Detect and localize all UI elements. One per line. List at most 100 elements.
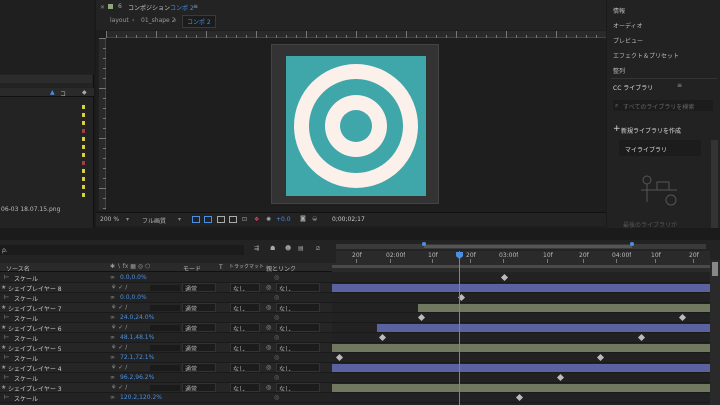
switch-boxes[interactable] <box>150 365 180 371</box>
comp-flowchart-icon[interactable]: ⇶ <box>254 245 259 252</box>
comp-name[interactable]: コンポ 2 <box>170 3 194 12</box>
mask-visibility-icon[interactable] <box>217 216 225 223</box>
mode-select[interactable]: 通常 <box>182 303 216 312</box>
navigator-range[interactable] <box>424 245 632 248</box>
track[interactable] <box>332 273 710 283</box>
keyframe[interactable] <box>515 393 524 402</box>
switch-boxes[interactable] <box>150 345 180 351</box>
property-row[interactable]: ⊢ スケール ∞ 72.1,72.1% ◎ <box>0 353 332 363</box>
link-icon[interactable]: ∞ <box>110 354 115 361</box>
layer-row[interactable]: ★ シェイプレイヤー 7 ⚘ ✓ ∕ 通常 なし ◎ なし <box>0 303 332 313</box>
scroll-thumb[interactable] <box>712 262 718 276</box>
scale-value[interactable]: 72.1,72.1% <box>120 354 154 361</box>
chevron-down-icon[interactable]: ▾ <box>178 216 181 223</box>
track[interactable] <box>332 303 710 313</box>
lock-icon[interactable]: 6 <box>118 3 122 10</box>
playhead-line[interactable] <box>459 251 460 405</box>
switches-icons[interactable]: ⚘ ✓ ∕ <box>111 304 127 311</box>
link-icon[interactable]: ∞ <box>110 394 115 401</box>
layer-duration-bar[interactable] <box>418 304 710 312</box>
chevron-down-icon[interactable]: ▾ <box>126 216 129 223</box>
property-row[interactable]: ⊢ スケール ∞ 96.2,96.2% ◎ <box>0 373 332 383</box>
pick-whip-icon[interactable]: ◎ <box>274 374 279 381</box>
scrollbar[interactable] <box>711 140 718 228</box>
keyframe[interactable] <box>500 273 509 282</box>
shy-icon[interactable]: ☻ <box>285 245 291 252</box>
current-time[interactable]: 0;00;02;17 <box>332 216 365 223</box>
menu-icon[interactable]: ≡ <box>677 82 682 89</box>
work-area-bar[interactable] <box>332 263 710 272</box>
switches-icons[interactable]: ⚘ ✓ ∕ <box>111 344 127 351</box>
draft-3d-icon[interactable]: ☗ <box>270 245 275 252</box>
layer-row[interactable]: ★ シェイプレイヤー 5 ⚘ ✓ ∕ 通常 なし ◎ なし <box>0 343 332 353</box>
exposure-value[interactable]: +0.0 <box>276 216 291 223</box>
keyframe[interactable] <box>378 333 387 342</box>
layer-duration-bar[interactable] <box>377 324 710 332</box>
scale-value[interactable]: 24.0,24.0% <box>120 314 154 321</box>
link-icon[interactable]: ∞ <box>110 334 115 341</box>
mode-header[interactable]: モード <box>183 264 201 273</box>
link-icon[interactable]: ∞ <box>110 314 115 321</box>
source-name-header[interactable]: ソース名 <box>6 264 30 273</box>
pick-whip-icon[interactable]: ◎ <box>274 274 279 281</box>
breadcrumb-current[interactable]: コンポ 2 <box>182 15 216 28</box>
breadcrumb-item[interactable]: 01_shape 2 <box>141 17 175 24</box>
label-chip[interactable] <box>82 177 85 181</box>
mode-select[interactable]: 通常 <box>182 283 216 292</box>
my-library-item[interactable]: マイライブラリ <box>619 140 701 156</box>
mode-select[interactable]: 通常 <box>182 323 216 332</box>
scale-value[interactable]: 120.2,120.2% <box>120 394 162 401</box>
track[interactable] <box>332 333 710 343</box>
timeline-scrollbar[interactable] <box>710 260 720 405</box>
grid-icon[interactable]: ⊡ <box>242 216 247 223</box>
label-chip[interactable] <box>82 185 85 189</box>
pick-whip-icon[interactable]: ◎ <box>266 304 271 311</box>
property-row[interactable]: ⊢ スケール ∞ 0.0,0.0% ◎ <box>0 293 332 303</box>
layer-name[interactable]: シェイプレイヤー 7 <box>8 304 62 313</box>
layer-row[interactable]: ★ シェイプレイヤー 6 ⚘ ✓ ∕ 通常 なし ◎ なし <box>0 323 332 333</box>
pick-whip-icon[interactable]: ◎ <box>266 344 271 351</box>
link-icon[interactable]: ∞ <box>110 274 115 281</box>
project-item-name[interactable]: 06-03 18.07.15.png <box>1 206 94 213</box>
trackmatte-select[interactable]: なし <box>230 303 260 312</box>
layer-row[interactable]: ★ シェイプレイヤー 4 ⚘ ✓ ∕ 通常 なし ◎ なし <box>0 363 332 373</box>
label-chip[interactable] <box>82 137 85 141</box>
show-snapshot-icon[interactable]: ◒ <box>312 215 317 222</box>
pick-whip-icon[interactable]: ◎ <box>266 324 271 331</box>
layer-name[interactable]: シェイプレイヤー 8 <box>8 284 62 293</box>
time-ruler[interactable]: 20f 02:00f 10f 20f 03:00f 10f 20f 04:00f 10f 20f <box>336 251 710 263</box>
color-management-icon[interactable]: ✺ <box>266 216 271 223</box>
keyframe[interactable] <box>417 313 426 322</box>
keyframe[interactable] <box>596 353 605 362</box>
layer-name[interactable]: シェイプレイヤー 4 <box>8 364 62 373</box>
label-chip[interactable] <box>82 153 85 157</box>
color-channels-icon[interactable]: ❖ <box>254 216 259 223</box>
sort-arrow-icon[interactable]: ▲ <box>50 89 55 96</box>
chevron-left-icon[interactable]: ‹ <box>174 17 176 24</box>
pick-whip-icon[interactable]: ◎ <box>266 284 271 291</box>
track[interactable] <box>332 393 710 403</box>
layer-duration-bar[interactable] <box>332 364 710 372</box>
navigator-end-handle[interactable] <box>630 242 634 246</box>
timeline-search[interactable]: ρ. <box>0 245 244 255</box>
switch-boxes[interactable] <box>150 285 180 291</box>
label-chip[interactable] <box>82 145 85 149</box>
new-library-button[interactable]: 新規ライブラリを作成 <box>621 126 681 135</box>
property-row[interactable]: ⊢ スケール ∞ 120.2,120.2% ◎ <box>0 393 332 403</box>
project-search[interactable] <box>0 75 92 83</box>
track[interactable] <box>332 363 710 373</box>
layer-name[interactable]: シェイプレイヤー 6 <box>8 324 62 333</box>
switch-boxes[interactable] <box>150 325 180 331</box>
zoom-select[interactable]: 200 % <box>100 216 119 223</box>
label-chip[interactable] <box>82 105 85 109</box>
track[interactable] <box>332 283 710 293</box>
parent-select[interactable]: なし <box>276 363 320 372</box>
snapshot-icon[interactable]: ◙ <box>300 215 306 222</box>
scale-value[interactable]: 0.0,0.0% <box>120 294 147 301</box>
layer-duration-bar[interactable] <box>332 284 710 292</box>
track[interactable] <box>332 293 710 303</box>
layer-name[interactable]: シェイプレイヤー 3 <box>8 384 62 393</box>
track[interactable] <box>332 323 710 333</box>
mode-select[interactable]: 通常 <box>182 383 216 392</box>
parent-select[interactable]: なし <box>276 323 320 332</box>
